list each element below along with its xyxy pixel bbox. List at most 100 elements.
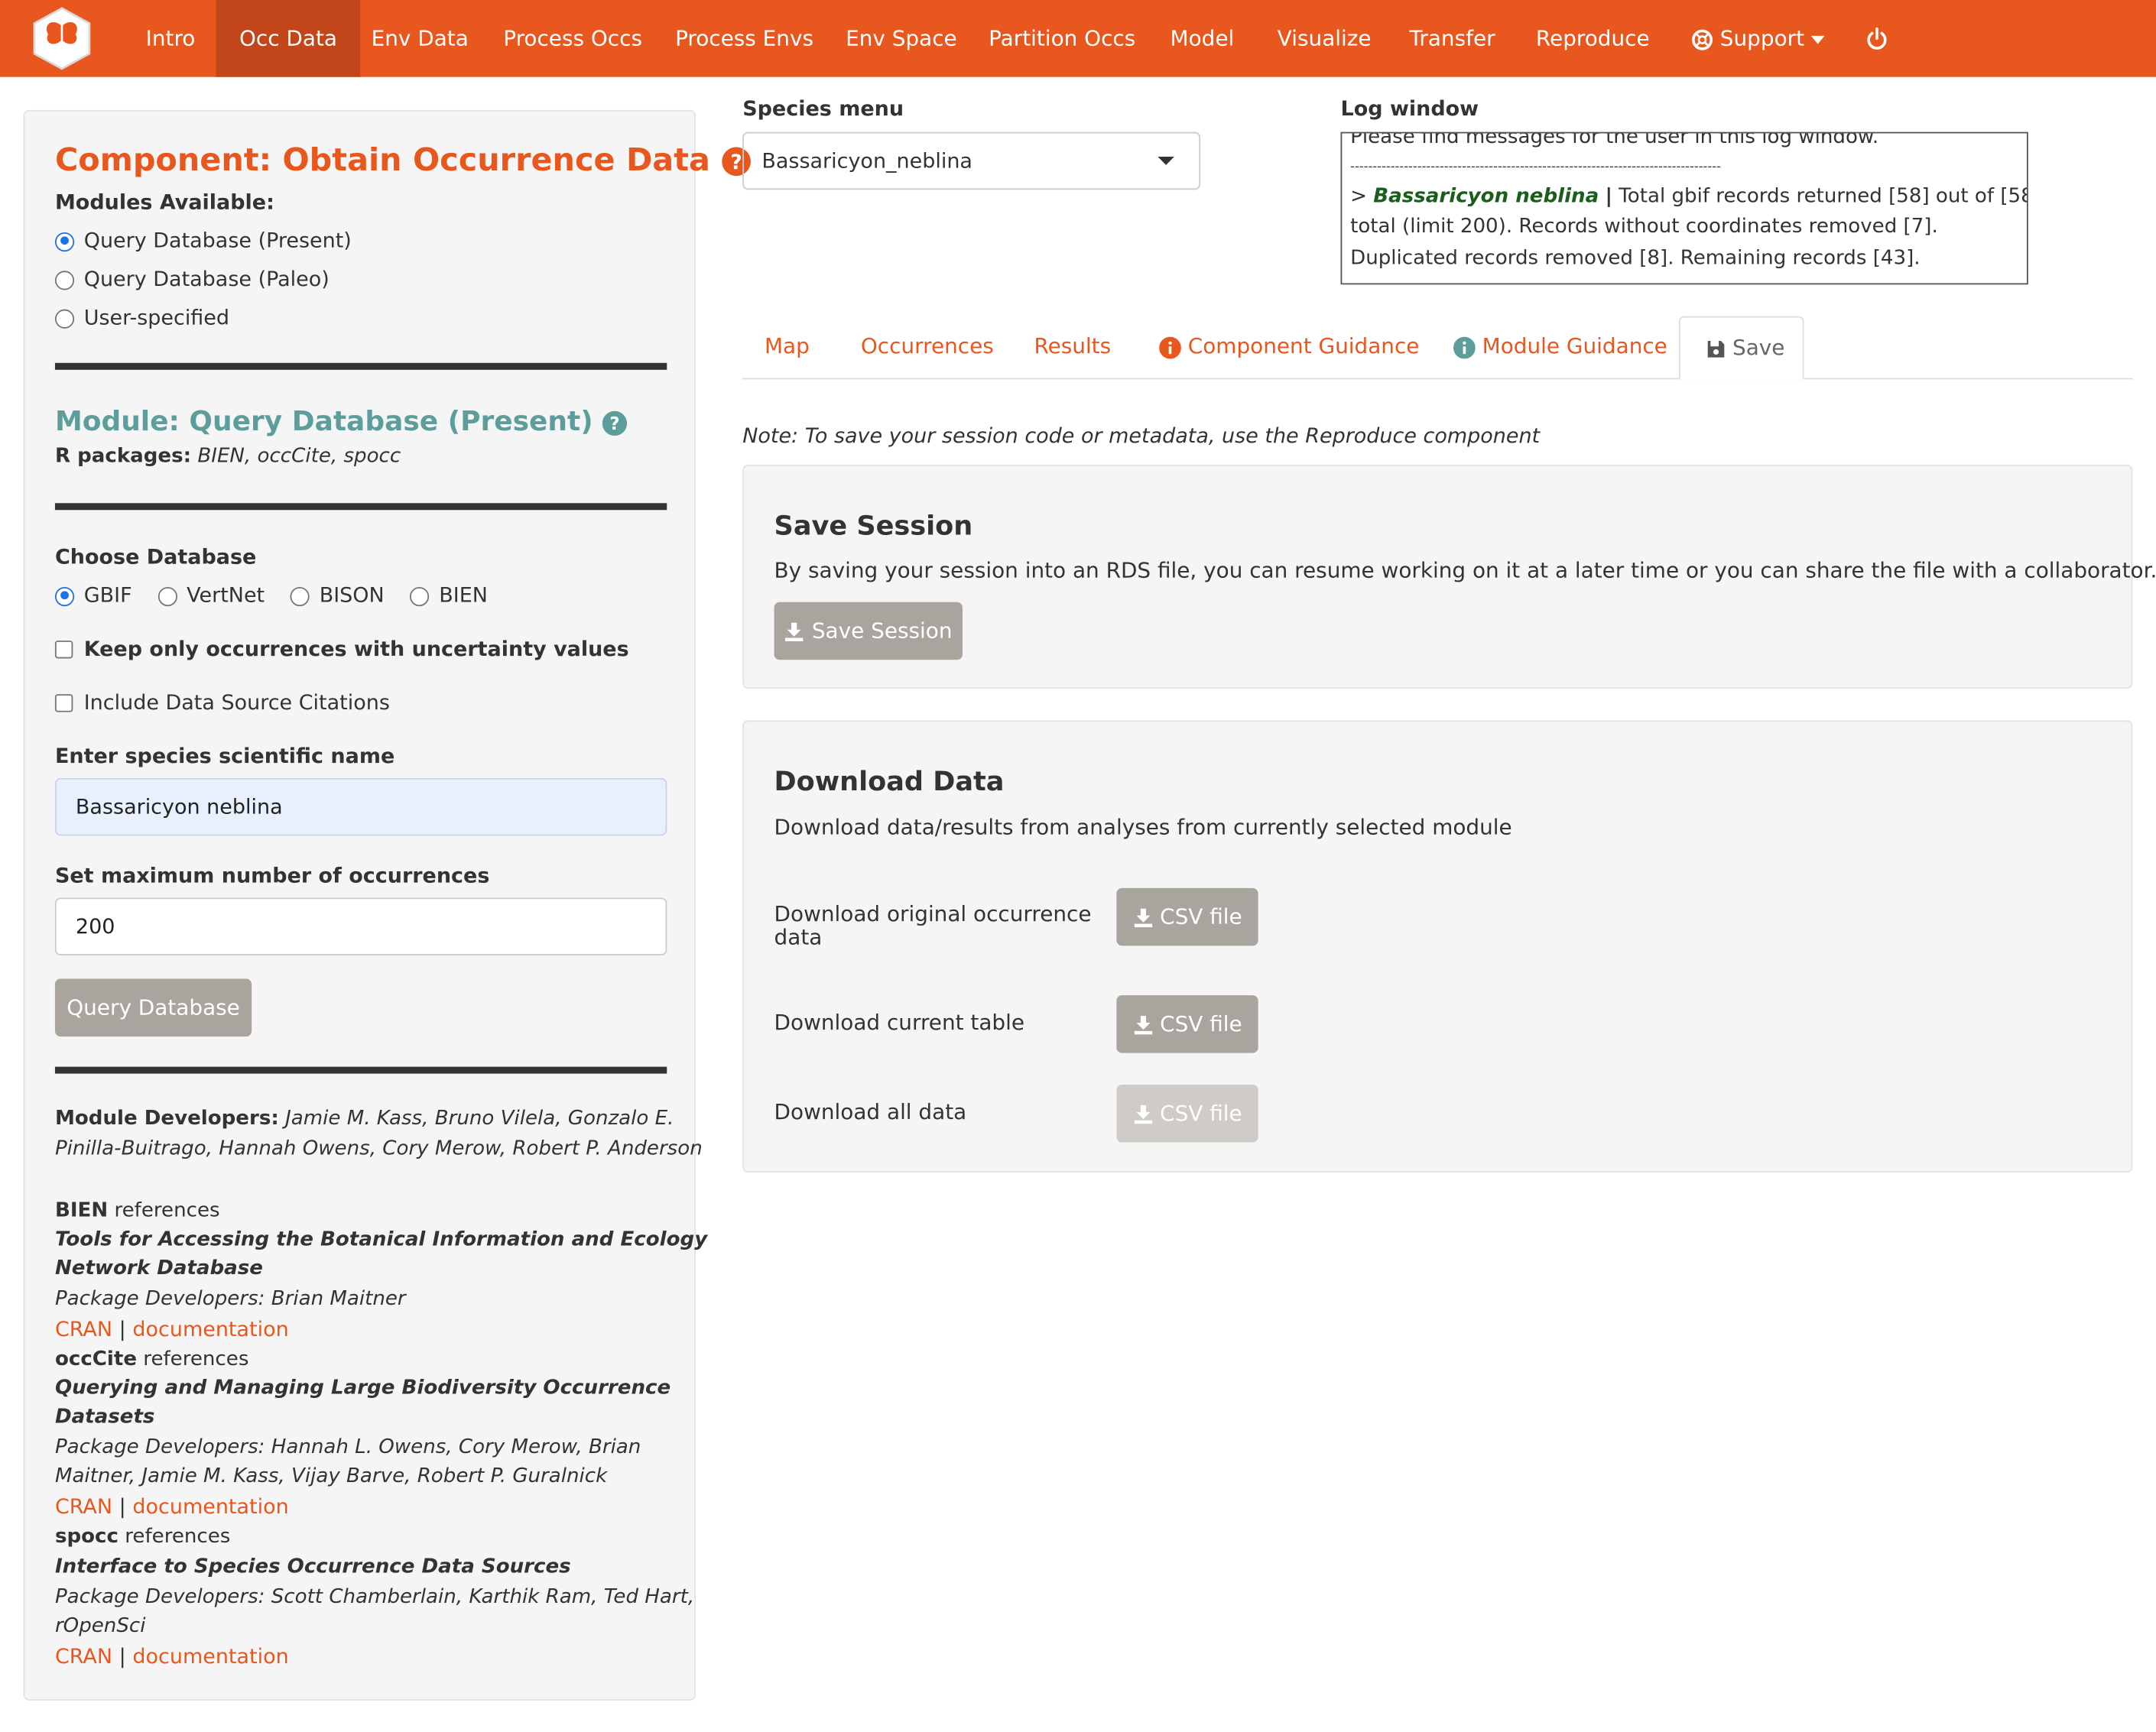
max-occurrences-input[interactable]: 200	[54, 897, 667, 955]
radio-label: Query Database (Present)	[83, 228, 352, 253]
nav-partition-occs[interactable]: Partition Occs	[966, 0, 1159, 77]
link-separator: |	[119, 1494, 126, 1520]
ref-developers: Package Developers: Brian Maitner	[54, 1288, 406, 1310]
log-message: Total gbif records returned [58] out of …	[1619, 184, 2028, 207]
log-pipe: |	[1605, 184, 1612, 207]
citations-checkbox[interactable]: Include Data Source Citations	[54, 690, 390, 715]
cran-link[interactable]: CRAN	[55, 1644, 112, 1669]
wallace-logo[interactable]	[31, 7, 92, 70]
cran-link[interactable]: CRAN	[55, 1494, 112, 1519]
radio-button[interactable]	[290, 586, 310, 606]
checkbox-label: Keep only occurrences with uncertainty v…	[83, 636, 629, 662]
ref-links: CRAN | documentation	[55, 1317, 289, 1341]
caret-down-icon	[1158, 157, 1174, 165]
save-note: Note: To save your session code or metad…	[742, 423, 1541, 449]
tab-map[interactable]: Map	[742, 316, 831, 380]
help-icon[interactable]: ?	[602, 404, 628, 437]
link-separator: |	[119, 1316, 126, 1342]
csv-download-button[interactable]: CSV file	[1116, 995, 1258, 1053]
ref-developers: Maitner, Jamie M. Kass, Vijay Barve, Rob…	[54, 1465, 608, 1487]
ref-title: Datasets	[54, 1406, 155, 1429]
query-database-button[interactable]: Query Database	[54, 978, 252, 1037]
radio-button[interactable]	[54, 308, 75, 328]
radio-button[interactable]	[54, 232, 75, 251]
developers-label: Module Developers:	[54, 1108, 279, 1130]
documentation-link[interactable]: documentation	[132, 1317, 288, 1341]
radio-vertnet[interactable]: VertNet	[157, 583, 265, 608]
radio-button[interactable]	[54, 586, 75, 606]
radio-bison[interactable]: BISON	[290, 582, 385, 608]
nav-reproduce[interactable]: Reproduce	[1512, 0, 1673, 77]
ref-links: CRAN | documentation	[55, 1644, 289, 1669]
log-line: total (limit 200). Records without coord…	[1350, 216, 1938, 238]
ref-title: Interface to Species Occurrence Data Sou…	[54, 1555, 571, 1578]
divider	[54, 503, 667, 511]
save-session-button[interactable]: Save Session	[774, 602, 963, 660]
radio-label: BISON	[319, 582, 385, 608]
svg-text:?: ?	[730, 151, 742, 174]
log-line: Please find messages for the user in thi…	[1350, 131, 1879, 149]
tab-label: Component Guidance	[1187, 334, 1420, 359]
tab-results[interactable]: Results	[1012, 316, 1133, 380]
download-data-text: Download data/results from analyses from…	[774, 815, 1512, 840]
nav-transfer[interactable]: Transfer	[1386, 0, 1518, 77]
radio-label: VertNet	[187, 582, 265, 608]
module-title: Module: Query Database (Present) ?	[55, 404, 628, 437]
log-window[interactable]: Please find messages for the user in thi…	[1340, 131, 2028, 285]
ref-developers: Package Developers: Hannah L. Owens, Cor…	[54, 1436, 641, 1459]
csv-download-button[interactable]: CSV file	[1116, 887, 1258, 946]
choose-database-label: Choose Database	[54, 544, 257, 569]
uncertainty-checkbox[interactable]: Keep only occurrences with uncertainty v…	[54, 636, 629, 662]
nav-env-space[interactable]: Env Space	[823, 0, 981, 77]
radio-bien[interactable]: BIEN	[410, 582, 488, 608]
species-select-value: Bassaricyon_neblina	[761, 148, 972, 174]
tab-module-guidance[interactable]: Module Guidance	[1431, 316, 1689, 380]
nav-env-data[interactable]: Env Data	[348, 0, 492, 77]
occcite-references: occCite references	[55, 1348, 248, 1370]
documentation-link[interactable]: documentation	[132, 1644, 288, 1669]
ref-package: BIEN	[54, 1200, 109, 1222]
radio-button[interactable]	[54, 270, 75, 290]
log-line: > Bassaricyon neblina | Total gbif recor…	[1350, 181, 2027, 212]
nav-process-envs[interactable]: Process Envs	[651, 0, 836, 77]
module-radio-paleo[interactable]: Query Database (Paleo)	[54, 267, 330, 291]
radio-label: BIEN	[439, 582, 488, 608]
save-session-panel: Save Session By saving your session into…	[742, 464, 2156, 689]
top-navbar: Intro Occ Data Env Data Process Occs Pro…	[0, 0, 2156, 77]
tab-save[interactable]: Save	[1678, 316, 1804, 380]
module-radio-present[interactable]: Query Database (Present)	[54, 228, 352, 253]
nav-model[interactable]: Model	[1147, 0, 1258, 77]
nav-intro[interactable]: Intro	[122, 0, 219, 77]
nav-occ-data[interactable]: Occ Data	[216, 0, 361, 77]
csv-download-button-disabled[interactable]: CSV file	[1116, 1085, 1258, 1143]
checkbox[interactable]	[54, 641, 73, 659]
log-divider: ----------------------------------------…	[1350, 160, 1721, 174]
ref-developers: rOpenSci	[54, 1615, 146, 1638]
ref-title: Querying and Managing Large Biodiversity…	[54, 1377, 671, 1400]
checkbox[interactable]	[54, 694, 73, 712]
species-select[interactable]: Bassaricyon_neblina	[742, 131, 1201, 190]
developers-line: Pinilla-Buitrago, Hannah Owens, Cory Mer…	[54, 1138, 703, 1160]
r-packages: R packages: BIEN, occCite, spocc	[55, 446, 401, 468]
nav-support-dropdown[interactable]: Support	[1668, 0, 1849, 77]
species-name-input[interactable]: Bassaricyon neblina	[54, 777, 667, 836]
module-radio-user[interactable]: User-specified	[54, 305, 229, 330]
save-session-title: Save Session	[774, 510, 973, 542]
download-icon	[1132, 1012, 1153, 1036]
max-occurrences-label: Set maximum number of occurrences	[54, 863, 490, 888]
radio-button[interactable]	[157, 586, 177, 606]
download-row-label: Download original occurrence data	[774, 903, 1092, 950]
link-separator: |	[119, 1644, 126, 1669]
documentation-link[interactable]: documentation	[132, 1494, 288, 1519]
radio-gbif[interactable]: GBIF	[54, 583, 132, 608]
log-species: Bassaricyon neblina	[1373, 184, 1599, 207]
nav-process-occs[interactable]: Process Occs	[480, 0, 666, 77]
nav-support-label: Support	[1719, 26, 1805, 51]
download-data-panel: Download Data Download data/results from…	[742, 720, 2133, 1173]
power-icon[interactable]	[1843, 0, 1911, 77]
tab-component-guidance[interactable]: Component Guidance	[1137, 316, 1441, 380]
cran-link[interactable]: CRAN	[55, 1317, 112, 1341]
nav-visualize[interactable]: Visualize	[1254, 0, 1395, 77]
tab-occurrences[interactable]: Occurrences	[839, 316, 1015, 380]
radio-button[interactable]	[410, 586, 430, 606]
